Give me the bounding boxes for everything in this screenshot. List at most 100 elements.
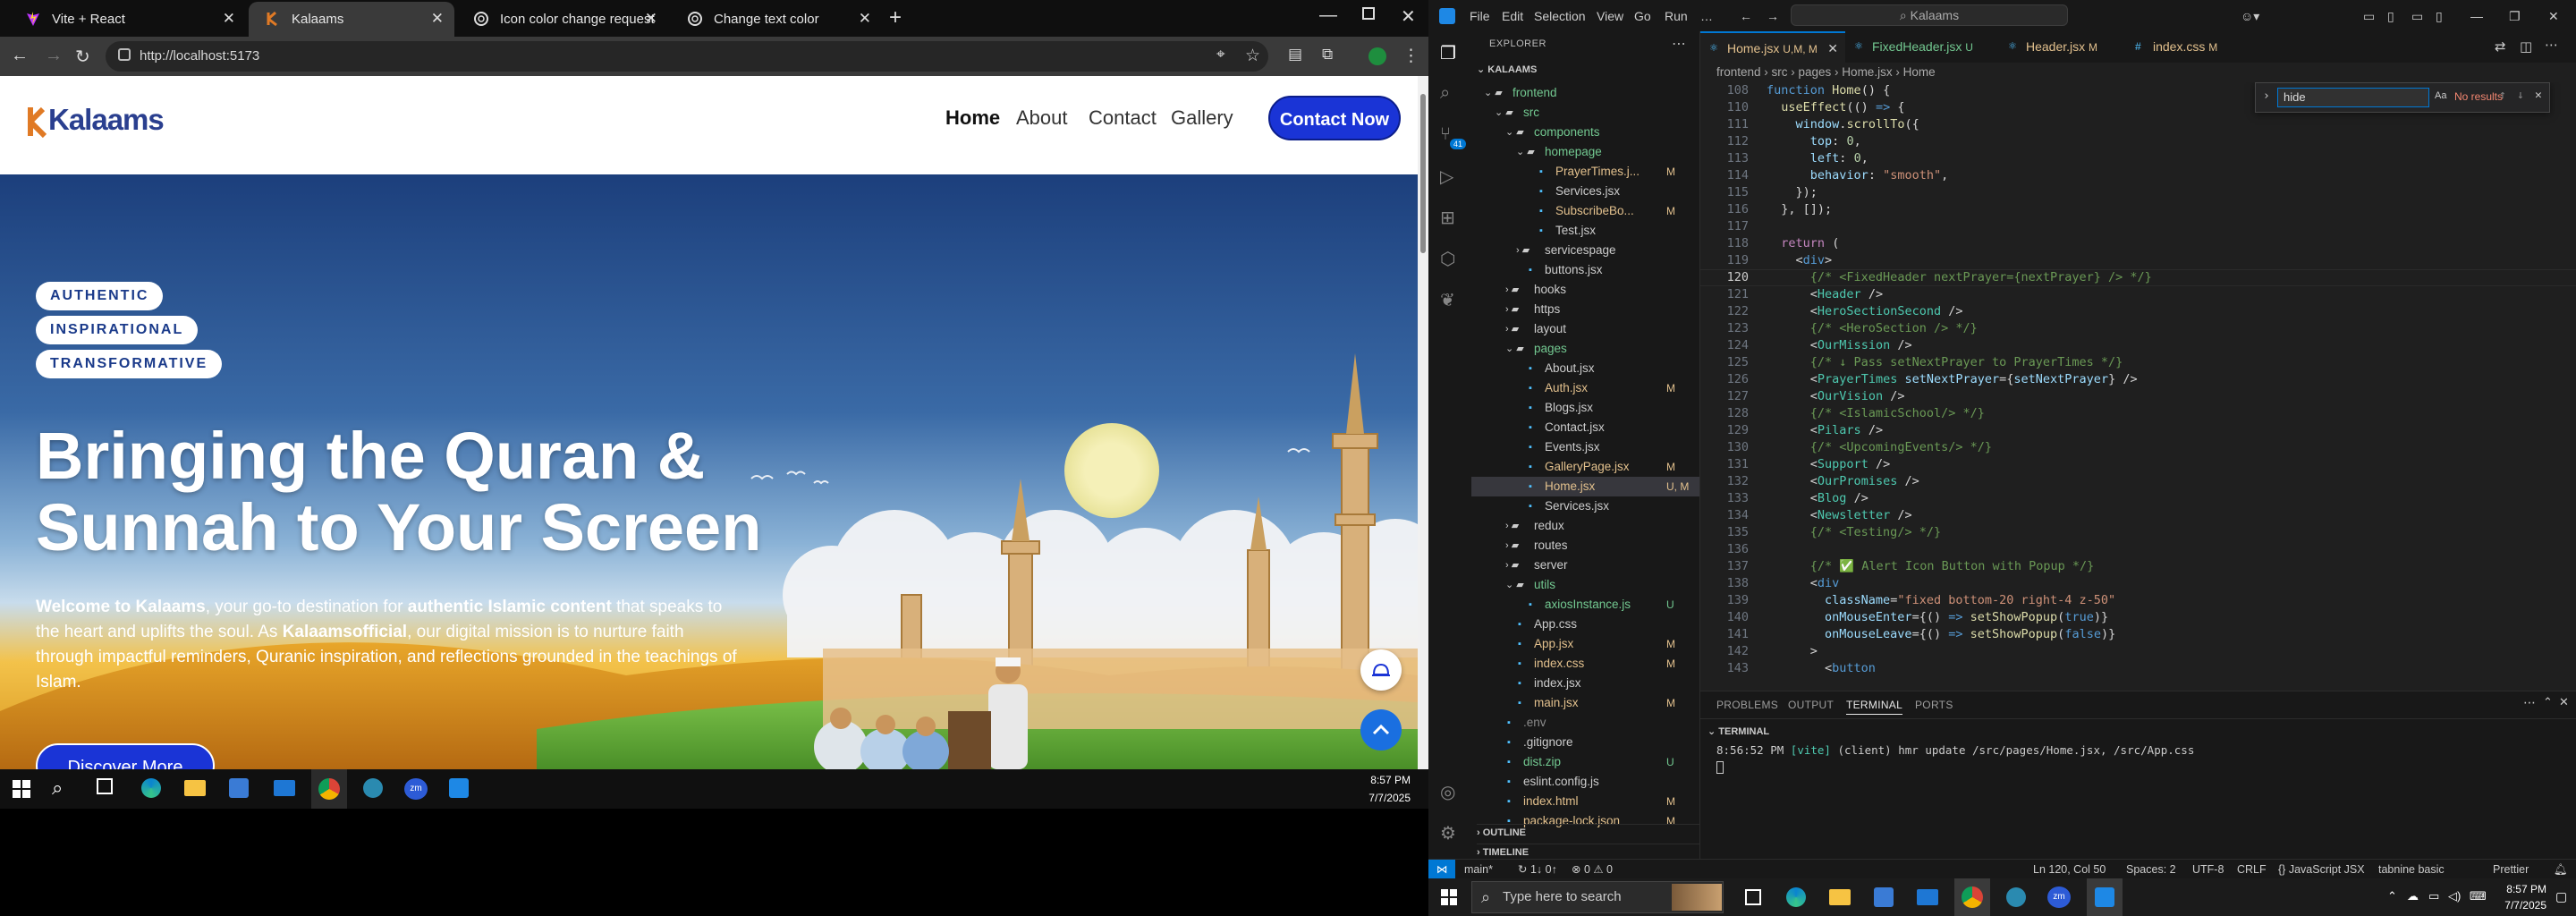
display-icon[interactable]: ▭ xyxy=(2428,889,2439,903)
editor-tab-header[interactable]: ⚛ Header.jsx M xyxy=(1999,31,2126,63)
tree-file[interactable]: ▪ main.jsx M xyxy=(1471,693,1699,713)
file-explorer-icon[interactable] xyxy=(1829,889,1851,905)
location-icon[interactable]: ⌖ xyxy=(1216,46,1225,64)
gear-icon[interactable]: ⚙ xyxy=(1440,822,1460,844)
status-tabnine[interactable]: tabnine basic xyxy=(2378,860,2445,879)
tree-folder[interactable]: › ▰ https xyxy=(1471,300,1699,319)
tree-file[interactable]: ▪ PrayerTimes.j... M xyxy=(1471,162,1699,182)
tree-folder[interactable]: › ▰ hooks xyxy=(1471,280,1699,300)
explorer-icon[interactable]: ❐ xyxy=(1440,42,1460,64)
maximize-icon[interactable]: ❐ xyxy=(2509,9,2521,24)
task-view-icon[interactable] xyxy=(97,778,113,794)
reload-icon[interactable]: ↻ xyxy=(75,46,90,68)
tree-file[interactable]: ▪ Blogs.jsx xyxy=(1471,398,1699,418)
nav-about[interactable]: About xyxy=(1016,106,1068,130)
page-scrollbar[interactable] xyxy=(1418,76,1428,769)
tree-folder[interactable]: › ▰ server xyxy=(1471,556,1699,575)
tree-file[interactable]: ▪ Home.jsx U, M xyxy=(1471,477,1699,496)
status-sync[interactable]: ↻ 1↓ 0↑ xyxy=(1518,860,1557,879)
keyboard-icon[interactable]: ⌨ xyxy=(2470,889,2487,903)
tree-file[interactable]: ▪ Services.jsx xyxy=(1471,496,1699,516)
tree-folder[interactable]: ⌄ ▰ pages xyxy=(1471,339,1699,359)
menu-run[interactable]: Run xyxy=(1665,9,1688,23)
zoom-icon[interactable]: zm xyxy=(2047,886,2071,908)
tree-file[interactable]: ▪ SubscribeBo... M xyxy=(1471,201,1699,221)
tree-folder[interactable]: ⌄ ▰ components xyxy=(1471,123,1699,142)
arrow-up-icon[interactable]: ↑ xyxy=(2499,89,2506,102)
chrome-icon[interactable] xyxy=(318,778,340,800)
star-icon[interactable]: ☆ xyxy=(1245,46,1260,66)
find-input[interactable]: hide xyxy=(2277,88,2429,107)
mail-icon[interactable] xyxy=(274,780,295,796)
tab-vite-react[interactable]: Vite + React ✕ xyxy=(9,2,246,37)
breadcrumb[interactable]: frontend › src › pages › Home.jsx › Home xyxy=(1700,63,2576,82)
tab-change-text-color[interactable]: Change text color ✕ xyxy=(671,2,882,37)
vscode-icon[interactable] xyxy=(449,778,469,798)
status-encoding[interactable]: UTF-8 xyxy=(2192,860,2224,879)
status-cursor-pos[interactable]: Ln 120, Col 50 xyxy=(2033,860,2106,879)
run-debug-icon[interactable]: ▷ xyxy=(1440,165,1460,187)
tree-file[interactable]: ▪ Services.jsx xyxy=(1471,182,1699,201)
chevron-up-icon[interactable]: ⌃ xyxy=(2387,889,2397,903)
close-icon[interactable]: ✕ xyxy=(431,10,444,28)
chrome-icon[interactable] xyxy=(1962,886,1983,908)
taskbar-clock[interactable]: 8:57 PM 7/7/2025 xyxy=(2502,881,2546,913)
panel-toggle-icon[interactable]: ▭ xyxy=(2411,9,2423,24)
close-icon[interactable]: ✕ xyxy=(2559,695,2569,709)
tree-file[interactable]: ▪ index.html M xyxy=(1471,792,1699,811)
copilot-icon[interactable]: ☺▾ xyxy=(2241,9,2259,24)
layout-icon[interactable]: ▭ xyxy=(2363,9,2375,24)
vscode-icon[interactable] xyxy=(2095,887,2114,907)
match-case-icon[interactable]: Aa xyxy=(2435,90,2446,101)
menu-selection[interactable]: Selection xyxy=(1534,9,1586,23)
sidebar-toggle-icon[interactable]: ▯ xyxy=(2387,9,2394,24)
close-icon[interactable]: ✕ xyxy=(645,10,657,28)
volume-icon[interactable]: ◁) xyxy=(2448,889,2461,903)
windows-start-icon[interactable] xyxy=(1441,889,1457,905)
reading-list-icon[interactable]: ▤ xyxy=(1288,46,1302,64)
tree-folder[interactable]: › ▰ layout xyxy=(1471,319,1699,339)
tree-file[interactable]: ▪ dist.zip U xyxy=(1471,752,1699,772)
back-icon[interactable]: ← xyxy=(1740,9,1752,23)
menu-edit[interactable]: Edit xyxy=(1502,9,1523,23)
remote-indicator-icon[interactable]: ⋈ xyxy=(1428,860,1455,879)
back-icon[interactable]: ← xyxy=(11,46,29,66)
tree-folder[interactable]: › ▰ redux xyxy=(1471,516,1699,536)
editor-tab-indexcss[interactable]: # index.css M xyxy=(2126,31,2244,63)
scrollbar-thumb[interactable] xyxy=(1420,94,1426,253)
maximize-icon[interactable] xyxy=(1362,7,1375,20)
more-actions-icon[interactable]: ⋯ xyxy=(1672,35,1686,53)
close-icon[interactable]: ✕ xyxy=(223,10,235,28)
chevron-up-icon[interactable]: ⌃ xyxy=(2543,695,2553,709)
tree-file[interactable]: ▪ .env xyxy=(1471,713,1699,733)
terminal-output[interactable]: 8:56:52 PM [vite] (client) hmr update /s… xyxy=(1716,743,2194,757)
tree-file[interactable]: ▪ .gitignore xyxy=(1471,733,1699,752)
more-actions-icon[interactable]: ⋯ xyxy=(2523,695,2536,710)
app-icon[interactable] xyxy=(2006,887,2026,907)
zoom-icon[interactable]: zm xyxy=(404,778,428,800)
menu-view[interactable]: View xyxy=(1597,9,1623,23)
editor-tab-fixedheader[interactable]: ⚛ FixedHeader.jsx U xyxy=(1845,31,1999,63)
timeline-section[interactable]: › TIMELINE xyxy=(1477,844,1700,858)
tree-folder[interactable]: › ▰ routes xyxy=(1471,536,1699,556)
forward-icon[interactable]: → xyxy=(1767,9,1779,23)
tree-file[interactable]: ▪ About.jsx xyxy=(1471,359,1699,378)
minimize-icon[interactable]: — xyxy=(1319,5,1337,26)
store-icon[interactable] xyxy=(1874,887,1894,907)
edge-icon[interactable] xyxy=(1786,887,1806,907)
site-info-icon[interactable] xyxy=(118,48,131,61)
workspace-root[interactable]: ⌄ KALAAMS xyxy=(1477,64,1537,75)
cloud-icon[interactable]: ☁ xyxy=(2407,889,2419,903)
close-icon[interactable]: ✕ xyxy=(859,10,871,28)
mail-icon[interactable] xyxy=(1917,889,1938,905)
url-input[interactable]: http://localhost:5173 xyxy=(106,41,1268,72)
tree-folder[interactable]: ⌄ ▰ homepage xyxy=(1471,142,1699,162)
tree-file[interactable]: ▪ index.css M xyxy=(1471,654,1699,674)
remote-explorer-icon[interactable]: ⬡ xyxy=(1440,248,1460,269)
menu-more[interactable]: … xyxy=(1700,9,1713,23)
editor-tab-home[interactable]: ⚛ Home.jsx U,M, M ✕ xyxy=(1700,31,1845,63)
tree-folder[interactable]: ⌄ ▰ frontend xyxy=(1471,83,1699,103)
scroll-to-top-button[interactable] xyxy=(1360,709,1402,751)
search-icon[interactable]: ⌕ xyxy=(52,776,63,800)
edge-icon[interactable] xyxy=(141,778,161,798)
